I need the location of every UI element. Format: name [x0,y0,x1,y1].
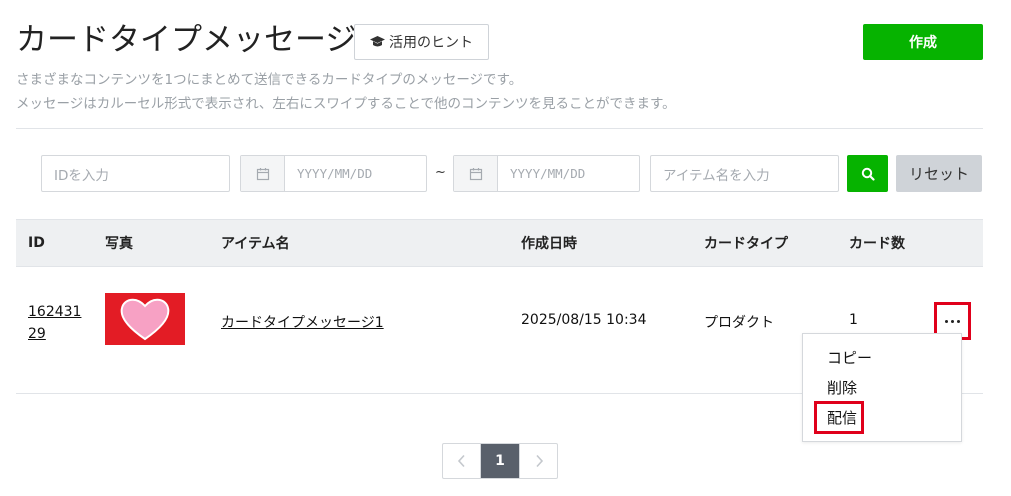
id-search-input[interactable]: IDを入力 [41,155,230,192]
create-button[interactable]: 作成 [863,24,983,60]
page-description-line1: さまざまなコンテンツを1つにまとめて送信できるカードタイプのメッセージです。 [16,72,523,88]
usage-hint-button[interactable]: 活用のヒント [354,24,489,60]
pagination: 1 [442,443,558,479]
calendar-icon[interactable] [454,156,498,191]
row-created-at: 2025/08/15 10:34 [521,312,647,328]
deliver-highlight-box [814,401,864,434]
search-button[interactable] [847,155,888,192]
graduation-cap-icon [370,35,385,46]
usage-hint-label: 活用のヒント [389,35,473,51]
table-header: ID 写真 アイテム名 作成日時 カードタイプ カード数 [16,219,983,267]
menu-item-delete[interactable]: 削除 [827,377,857,398]
column-header-photo: 写真 [105,236,133,252]
date-range-separator: ~ [435,165,446,180]
row-id-line1: 162431 [28,304,82,320]
pagination-next-button[interactable] [519,444,557,478]
menu-item-copy[interactable]: コピー [827,347,872,368]
row-item-name-link[interactable]: カードタイプメッセージ1 [221,312,384,332]
search-icon [861,167,875,181]
more-dots-icon [945,319,948,323]
date-to-field[interactable]: YYYY/MM/DD [453,155,640,192]
page-description-line2: メッセージはカルーセル形式で表示され、左右にスワイプすることで他のコンテンツを見… [16,96,676,112]
page-title: カードタイプメッセージ [16,22,357,58]
pagination-page-current[interactable]: 1 [481,444,519,478]
pagination-prev-button[interactable] [443,444,481,478]
header-divider [16,128,983,129]
row-photo-thumbnail[interactable] [105,293,185,345]
date-from-placeholder: YYYY/MM/DD [297,166,373,181]
row-id-line2: 29 [28,326,46,342]
row-id-link[interactable]: 162431 29 [28,301,82,345]
chevron-left-icon [457,454,465,468]
column-header-card-type: カードタイプ [704,236,788,252]
column-header-id: ID [28,235,45,251]
row-card-count: 1 [849,312,858,328]
row-card-type: プロダクト [704,315,774,331]
column-header-created-at: 作成日時 [521,236,577,252]
column-header-item-name: アイテム名 [221,236,290,252]
heart-image [120,298,170,341]
date-to-placeholder: YYYY/MM/DD [510,166,586,181]
calendar-icon[interactable] [241,156,285,191]
column-header-card-count: カード数 [849,236,905,252]
chevron-right-icon [535,454,543,468]
reset-button[interactable]: リセット [896,155,982,192]
date-from-field[interactable]: YYYY/MM/DD [240,155,427,192]
item-name-search-input[interactable]: アイテム名を入力 [650,155,839,192]
